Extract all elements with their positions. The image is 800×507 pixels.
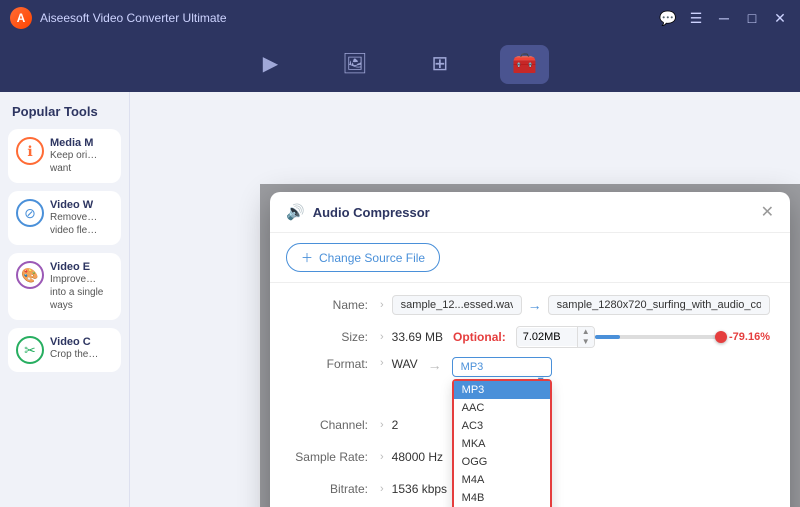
toolbox-icon: 🧰 <box>512 51 537 76</box>
size-input[interactable] <box>517 328 577 346</box>
video-crop-text: Video C Crop the… <box>50 336 98 361</box>
name-fields: → <box>392 295 770 315</box>
audio-icon: 🔊 <box>286 203 305 221</box>
audio-compressor-dialog: 🔊 Audio Compressor ✕ ＋ Change Source Fil… <box>270 192 790 507</box>
dialog-title: 🔊 Audio Compressor <box>286 203 430 221</box>
name-output-input[interactable] <box>548 295 770 315</box>
form-area: Name: › → Size: › 33.69 MB Optional: <box>270 283 790 507</box>
dropdown-item-ogg[interactable]: OGG <box>454 453 550 471</box>
size-percent: -79.16% <box>729 331 770 343</box>
sidebar-title: Popular Tools <box>8 104 121 119</box>
format-select[interactable]: MP3 <box>452 357 552 377</box>
video-enhance-text: Video E Improve… into a single ways <box>50 261 113 312</box>
video-enhance-icon: 🎨 <box>16 261 44 289</box>
nav-item-toolbox[interactable]: 🧰 <box>500 45 549 84</box>
size-row: Size: › 33.69 MB Optional: ▲ ▼ <box>290 325 770 349</box>
dropdown-item-mka[interactable]: MKA <box>454 435 550 453</box>
nav-item-merge[interactable]: ⊞ <box>420 45 461 84</box>
maximize-icon[interactable]: □ <box>742 8 762 28</box>
merge-icon: ⊞ <box>432 51 449 76</box>
dialog-close-button[interactable]: ✕ <box>761 202 774 222</box>
size-spin-up[interactable]: ▲ <box>578 327 594 337</box>
size-slider-fill <box>595 335 620 339</box>
name-direction-arrow: → <box>528 297 542 313</box>
size-spin-down[interactable]: ▼ <box>578 337 594 347</box>
video-crop-icon: ✂ <box>16 336 44 364</box>
dropdown-item-ac3[interactable]: AC3 <box>454 417 550 435</box>
title-bar: A Aiseesoft Video Converter Ultimate 💬 ☰… <box>0 0 800 36</box>
dropdown-item-mp3[interactable]: MP3 <box>454 381 550 399</box>
dialog-header: 🔊 Audio Compressor ✕ <box>270 192 790 233</box>
dropdown-item-m4b[interactable]: M4B <box>454 489 550 507</box>
format-direction-arrow: → <box>428 357 442 373</box>
change-source-button[interactable]: ＋ Change Source File <box>286 243 440 272</box>
app-logo: A <box>10 7 32 29</box>
sample-rate-arrow-icon: › <box>380 451 384 463</box>
media-meta-text: Media M Keep ori… want <box>50 137 113 175</box>
format-dropdown: MP3 AAC AC3 MKA OGG M4A M4B M4R DTS <box>452 379 552 507</box>
main-area: Popular Tools ℹ Media M Keep ori… want ⊘… <box>0 92 800 507</box>
convert-icon: ▶ <box>263 51 278 76</box>
video-watermark-icon: ⊘ <box>16 199 44 227</box>
video-watermark-text: Video W Remove… video fle… <box>50 199 113 237</box>
name-input[interactable] <box>392 295 522 315</box>
channel-arrow-icon: › <box>380 419 384 431</box>
size-spinner: ▲ ▼ <box>577 327 594 347</box>
close-icon[interactable]: ✕ <box>770 8 790 28</box>
chat-icon[interactable]: 💬 <box>658 8 678 28</box>
sidebar-item-video-watermark[interactable]: ⊘ Video W Remove… video fle… <box>8 191 121 245</box>
nav-bar: ▶ 🖼 ⊞ 🧰 <box>0 36 800 92</box>
media-meta-icon: ℹ <box>16 137 44 165</box>
format-fields: MP3 ▼ MP3 AAC AC3 MKA OGG <box>452 357 770 405</box>
format-row: Format: › WAV → MP3 ▼ <box>290 357 770 405</box>
size-slider-container: -79.16% <box>595 331 770 343</box>
minimize-icon[interactable]: ─ <box>714 8 734 28</box>
sidebar-item-video-crop[interactable]: ✂ Video C Crop the… <box>8 328 121 372</box>
edit-icon: 🖼 <box>342 51 367 76</box>
sidebar-item-video-enhance[interactable]: 🎨 Video E Improve… into a single ways <box>8 253 121 320</box>
sidebar-item-media[interactable]: ℹ Media M Keep ori… want <box>8 129 121 183</box>
size-arrow-icon: › <box>380 331 384 343</box>
optional-label: Optional: <box>453 330 506 344</box>
dropdown-item-m4a[interactable]: M4A <box>454 471 550 489</box>
dialog-overlay: 🔊 Audio Compressor ✕ ＋ Change Source Fil… <box>260 184 800 507</box>
format-select-wrap: MP3 ▼ MP3 AAC AC3 MKA OGG <box>452 357 552 405</box>
size-slider-track[interactable] <box>595 335 721 339</box>
size-slider-thumb[interactable] <box>715 331 727 343</box>
change-source-section: ＋ Change Source File <box>270 233 790 283</box>
nav-item-edit[interactable]: 🖼 <box>330 45 379 84</box>
nav-item-convert[interactable]: ▶ <box>251 45 290 84</box>
dropdown-item-aac[interactable]: AAC <box>454 399 550 417</box>
name-row: Name: › → <box>290 293 770 317</box>
format-arrow-icon: › <box>380 357 384 369</box>
app-title: Aiseesoft Video Converter Ultimate <box>40 11 227 25</box>
plus-icon: ＋ <box>301 249 313 266</box>
name-arrow-icon: › <box>380 299 384 311</box>
size-input-wrap: ▲ ▼ <box>516 326 595 348</box>
window-controls: 💬 ☰ ─ □ ✕ <box>658 8 790 28</box>
bitrate-arrow-icon: › <box>380 483 384 495</box>
sidebar: Popular Tools ℹ Media M Keep ori… want ⊘… <box>0 92 130 507</box>
menu-icon[interactable]: ☰ <box>686 8 706 28</box>
